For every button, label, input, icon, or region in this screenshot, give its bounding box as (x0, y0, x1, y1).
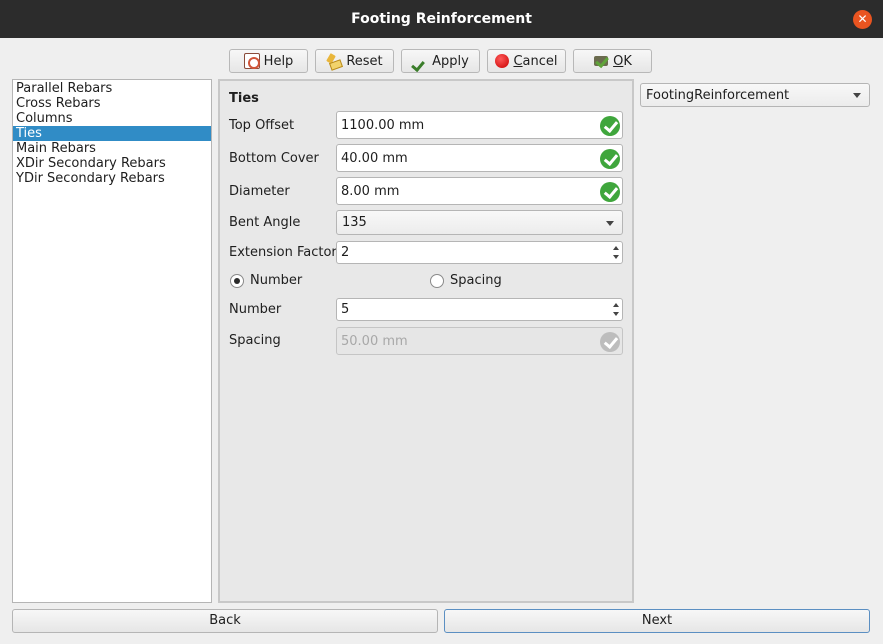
help-button[interactable]: Help (229, 49, 308, 73)
ok-checkmark-icon (593, 53, 609, 69)
valid-check-icon (600, 332, 620, 352)
spin-down-icon[interactable] (613, 312, 619, 316)
diameter-input[interactable]: 8.00 mm (336, 177, 623, 205)
spacing-value: 50.00 mm (341, 334, 408, 349)
radio-checked-icon (230, 273, 244, 288)
number-label: Number (229, 302, 282, 317)
spin-down-icon[interactable] (613, 255, 619, 259)
rebar-type-select[interactable]: FootingReinforcement (640, 83, 870, 107)
ok-mnemonic: O (613, 53, 624, 69)
spacing-label: Spacing (229, 333, 281, 348)
diameter-label: Diameter (229, 184, 290, 199)
extension-factor-label: Extension Factor (229, 245, 337, 260)
number-radio-label: Number (250, 273, 303, 288)
list-item-ydir-secondary-rebars[interactable]: YDir Secondary Rebars (13, 171, 211, 186)
radio-unchecked-icon (430, 273, 444, 288)
broom-icon (326, 53, 342, 69)
spacing-input: 50.00 mm (336, 327, 623, 355)
top-offset-label: Top Offset (229, 118, 295, 133)
ok-button[interactable]: OK (573, 49, 652, 73)
back-button[interactable]: Back (12, 609, 438, 633)
bottom-cover-label: Bottom Cover (229, 151, 319, 166)
bent-angle-select[interactable]: 135 (336, 210, 623, 235)
top-offset-input[interactable]: 1100.00 mm (336, 111, 623, 139)
spacing-radio[interactable]: Spacing (430, 273, 502, 288)
number-value: 5 (341, 302, 350, 317)
chevron-down-icon (606, 221, 614, 226)
window-title: Footing Reinforcement (351, 11, 532, 27)
list-item-cross-rebars[interactable]: Cross Rebars (13, 96, 211, 111)
bottom-cover-value: 40.00 mm (341, 151, 408, 166)
cancel-button[interactable]: Cancel (487, 49, 566, 73)
apply-button[interactable]: Apply (401, 49, 480, 73)
help-button-label: Help (263, 53, 294, 69)
reset-button[interactable]: Reset (315, 49, 394, 73)
ok-button-label: OK (613, 54, 632, 69)
spacing-radio-label: Spacing (450, 273, 502, 288)
bent-angle-value: 135 (342, 215, 367, 230)
list-item-ties[interactable]: Ties (13, 126, 211, 141)
number-spinbox[interactable]: 5 (336, 298, 623, 321)
cancel-label-rest: ancel (522, 53, 558, 69)
checkmark-icon (412, 53, 428, 69)
help-icon (243, 53, 260, 69)
title-bar[interactable]: Footing Reinforcement ✕ (0, 0, 883, 38)
spin-up-icon[interactable] (613, 303, 619, 307)
list-item-main-rebars[interactable]: Main Rebars (13, 141, 211, 156)
rebar-type-value: FootingReinforcement (646, 88, 790, 103)
close-icon[interactable]: ✕ (853, 10, 872, 29)
valid-check-icon (600, 116, 620, 136)
cancel-button-label: Cancel (513, 54, 557, 69)
valid-check-icon (600, 182, 620, 202)
extension-factor-spinbox[interactable]: 2 (336, 241, 623, 264)
ties-panel: Ties Top Offset 1100.00 mm Bottom Cover … (218, 79, 634, 603)
valid-check-icon (600, 149, 620, 169)
list-item-parallel-rebars[interactable]: Parallel Rebars (13, 81, 211, 96)
bent-angle-label: Bent Angle (229, 215, 301, 230)
ok-label-rest: K (623, 53, 632, 69)
number-radio[interactable]: Number (230, 273, 302, 288)
bottom-cover-input[interactable]: 40.00 mm (336, 144, 623, 172)
extension-factor-value: 2 (341, 245, 350, 260)
chevron-down-icon (853, 93, 861, 98)
top-offset-value: 1100.00 mm (341, 118, 425, 133)
spin-up-icon[interactable] (613, 246, 619, 250)
list-item-columns[interactable]: Columns (13, 111, 211, 126)
next-button[interactable]: Next (444, 609, 870, 633)
panel-heading: Ties (229, 91, 259, 106)
dialog-window: Footing Reinforcement ✕ Help Reset Apply… (0, 0, 883, 644)
reset-button-label: Reset (346, 53, 383, 69)
rebar-list[interactable]: Parallel Rebars Cross Rebars Columns Tie… (12, 79, 212, 603)
red-circle-icon (495, 54, 510, 68)
cancel-mnemonic: C (513, 53, 523, 69)
list-item-xdir-secondary-rebars[interactable]: XDir Secondary Rebars (13, 156, 211, 171)
diameter-value: 8.00 mm (341, 184, 400, 199)
apply-button-label: Apply (432, 53, 469, 69)
